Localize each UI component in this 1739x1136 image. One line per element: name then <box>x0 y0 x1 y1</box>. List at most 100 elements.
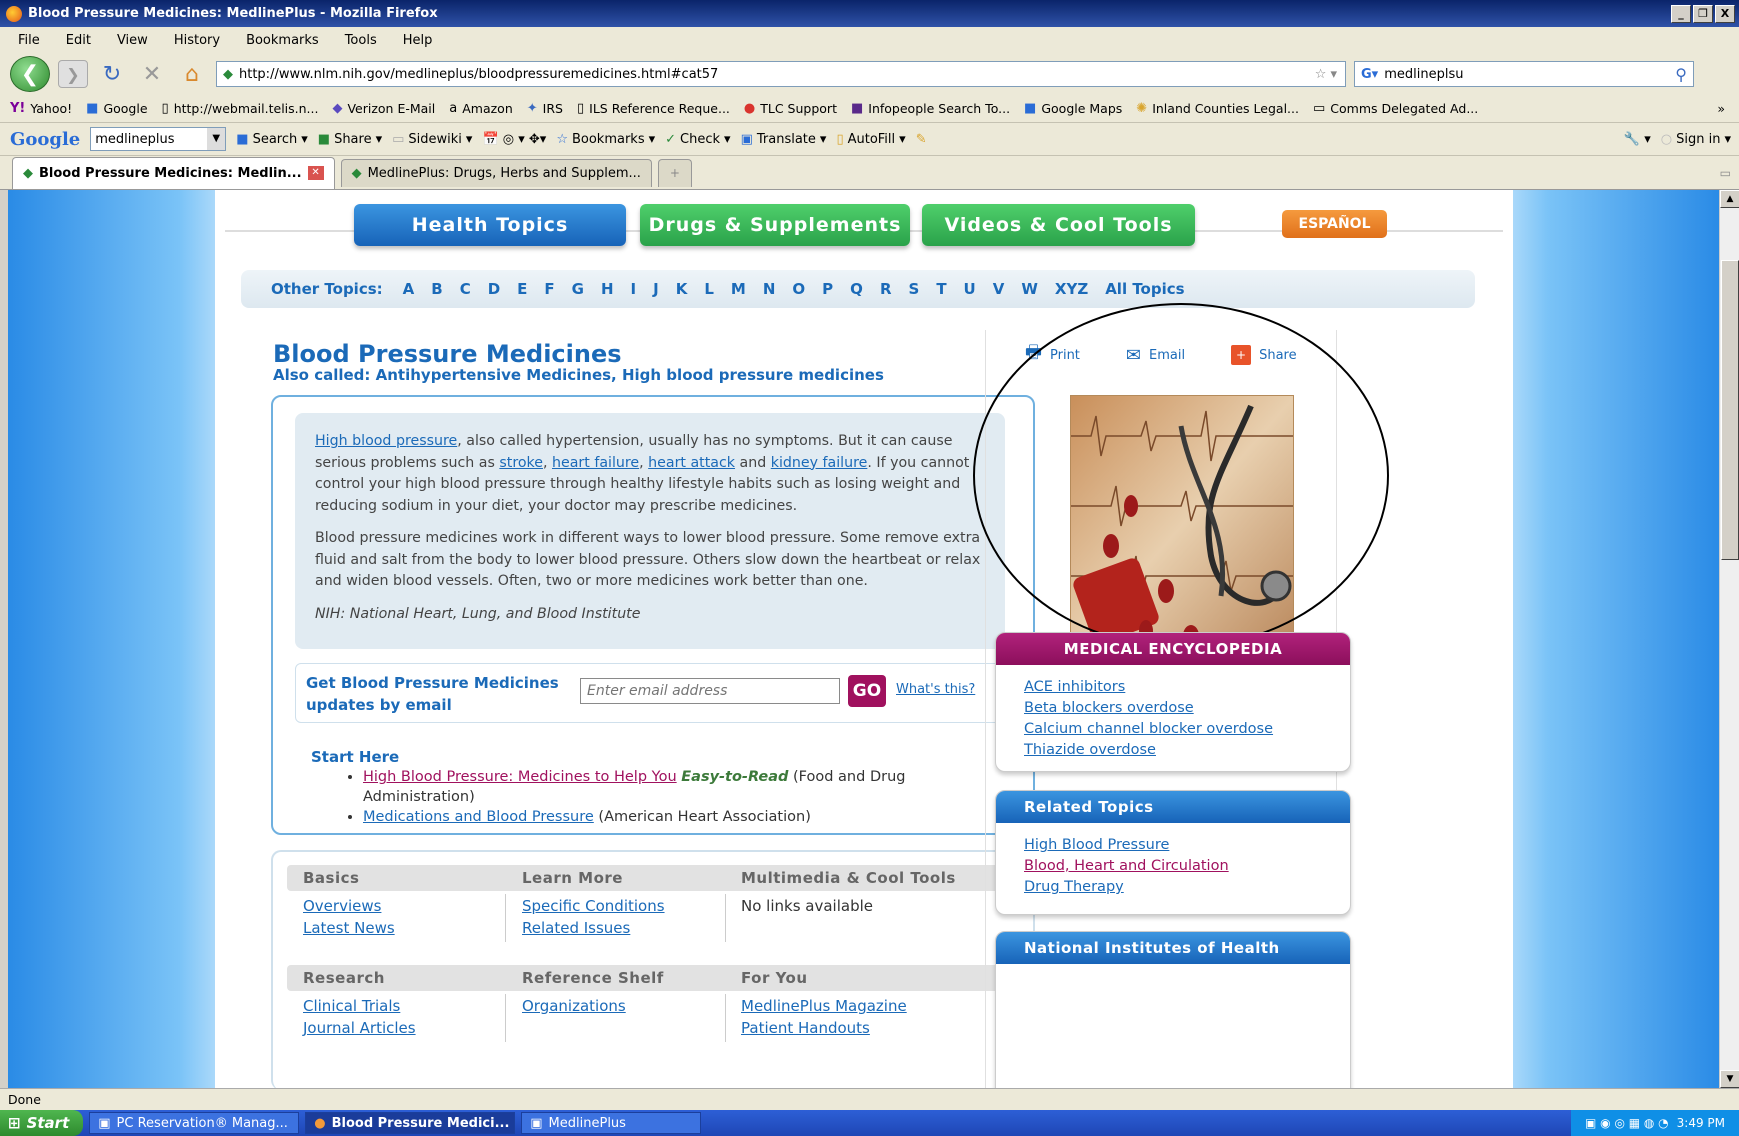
bookmark-tlc[interactable]: ● TLC Support <box>744 101 837 116</box>
google-translate-button[interactable]: ▣ Translate ▾ <box>741 132 827 147</box>
bookmark-google[interactable]: ■ Google <box>86 101 147 116</box>
bookmark-verizon[interactable]: ◆ Verizon E-Mail <box>332 101 435 116</box>
link-journal-articles[interactable]: Journal Articles <box>303 1017 416 1039</box>
address-bar[interactable]: ◆ http://www.nlm.nih.gov/medlineplus/blo… <box>216 61 1346 87</box>
link-clinical-trials[interactable]: Clinical Trials <box>303 995 416 1017</box>
letter-q[interactable]: Q <box>850 280 863 298</box>
letter-m[interactable]: M <box>731 280 746 298</box>
google-settings-icon[interactable]: ✎ <box>916 132 927 147</box>
tab-list-button[interactable]: ▭ <box>1720 166 1731 180</box>
bookmark-comms[interactable]: ▭ Comms Delegated Ad... <box>1313 101 1478 116</box>
all-topics-link[interactable]: All Topics <box>1105 280 1184 298</box>
go-button[interactable]: GO <box>848 675 886 707</box>
link-high-blood-pressure-topic[interactable]: High Blood Pressure <box>1024 835 1350 856</box>
bookmarks-overflow-button[interactable]: » <box>1717 101 1725 116</box>
reload-icon[interactable]: ↻ <box>96 62 128 87</box>
nav-videos-tools[interactable]: Videos & Cool Tools <box>922 204 1195 246</box>
home-icon[interactable]: ⌂ <box>176 62 208 87</box>
taskbar-item-medlineplus[interactable]: ▣ MedlinePlus <box>521 1112 702 1134</box>
letter-v[interactable]: V <box>993 280 1005 298</box>
tab-blood-pressure[interactable]: ◆ Blood Pressure Medicines: Medlin... ✕ <box>12 156 335 189</box>
menu-view[interactable]: View <box>105 33 160 48</box>
google-signin-button[interactable]: ○ Sign in ▾ <box>1661 132 1731 147</box>
letter-w[interactable]: W <box>1021 280 1038 298</box>
stop-icon[interactable]: ✕ <box>136 62 168 87</box>
letter-p[interactable]: P <box>822 280 833 298</box>
new-tab-button[interactable]: + <box>657 158 692 187</box>
close-tab-icon[interactable]: ✕ <box>307 166 324 180</box>
link-kidney-failure[interactable]: kidney failure <box>771 455 868 471</box>
link-drug-therapy[interactable]: Drug Therapy <box>1024 877 1350 898</box>
google-extra-icons[interactable]: 📅 ◎ ▾ ✥▾ <box>482 132 546 147</box>
letter-t[interactable]: T <box>936 280 946 298</box>
letter-g[interactable]: G <box>572 280 584 298</box>
link-calcium-channel-overdose[interactable]: Calcium channel blocker overdose <box>1024 719 1350 740</box>
scroll-down-arrow-icon[interactable]: ▼ <box>1720 1070 1739 1088</box>
nav-drugs-supplements[interactable]: Drugs & Supplements <box>640 204 910 246</box>
bookmark-yahoo[interactable]: Y! Yahoo! <box>10 101 72 116</box>
menu-edit[interactable]: Edit <box>54 33 103 48</box>
taskbar-item-pc-reservation[interactable]: ▣ PC Reservation® Manag... <box>89 1112 300 1134</box>
google-autofill-button[interactable]: ▯ AutoFill ▾ <box>836 132 905 147</box>
scroll-thumb[interactable] <box>1721 260 1739 560</box>
print-button[interactable]: 🖶 Print <box>1025 340 1080 370</box>
link-latest-news[interactable]: Latest News <box>303 917 395 939</box>
bookmark-ils[interactable]: ▯ ILS Reference Reque... <box>577 101 730 116</box>
link-ace-inhibitors[interactable]: ACE inhibitors <box>1024 677 1350 698</box>
letter-e[interactable]: E <box>517 280 527 298</box>
letter-n[interactable]: N <box>763 280 776 298</box>
tab-drugs-herbs[interactable]: ◆ MedlinePlus: Drugs, Herbs and Supplem.… <box>340 158 652 187</box>
maximize-button[interactable]: ❐ <box>1693 4 1713 23</box>
espanol-button[interactable]: ESPAÑOL <box>1282 210 1387 238</box>
bookmark-irs[interactable]: ✦ IRS <box>527 101 563 116</box>
close-window-button[interactable]: X <box>1715 4 1735 23</box>
link-thiazide-overdose[interactable]: Thiazide overdose <box>1024 740 1350 761</box>
email-field[interactable] <box>580 678 840 704</box>
email-button[interactable]: ✉ Email <box>1126 340 1185 370</box>
tray-icons[interactable]: ▣ ◉ ◎ ▦ ◍ ◔ <box>1585 1116 1669 1130</box>
link-overviews[interactable]: Overviews <box>303 895 395 917</box>
link-heart-attack[interactable]: heart attack <box>648 455 735 471</box>
letter-s[interactable]: S <box>909 280 920 298</box>
letter-b[interactable]: B <box>431 280 442 298</box>
window-titlebar[interactable]: Blood Pressure Medicines: MedlinePlus - … <box>0 0 1739 27</box>
taskbar-item-firefox[interactable]: ● Blood Pressure Medici... <box>305 1112 516 1134</box>
letter-o[interactable]: O <box>792 280 805 298</box>
bookmark-google-maps[interactable]: ■ Google Maps <box>1024 101 1122 116</box>
search-engine-icon[interactable]: G▾ <box>1361 67 1378 82</box>
letter-k[interactable]: K <box>676 280 688 298</box>
google-share-button[interactable]: ■ Share ▾ <box>318 132 382 147</box>
letter-h[interactable]: H <box>601 280 614 298</box>
menu-file[interactable]: File <box>6 33 52 48</box>
bookmark-infopeople[interactable]: ■ Infopeople Search To... <box>851 101 1010 116</box>
bookmark-amazon[interactable]: a Amazon <box>449 101 513 116</box>
menu-history[interactable]: History <box>162 33 232 48</box>
letter-i[interactable]: I <box>631 280 637 298</box>
search-box[interactable]: G▾ medlineplsu ⚲ <box>1354 61 1694 87</box>
letter-u[interactable]: U <box>964 280 976 298</box>
scroll-up-arrow-icon[interactable]: ▲ <box>1720 190 1739 208</box>
menu-tools[interactable]: Tools <box>333 33 389 48</box>
google-search-button[interactable]: ■ Search ▾ <box>236 132 308 147</box>
google-search-input[interactable]: medlineplus ▼ <box>90 127 227 151</box>
link-medlineplus-magazine[interactable]: MedlinePlus Magazine <box>741 995 907 1017</box>
google-wrench-icon[interactable]: 🔧 ▾ <box>1624 132 1651 147</box>
letter-a[interactable]: A <box>403 280 415 298</box>
letter-r[interactable]: R <box>880 280 892 298</box>
minimize-button[interactable]: _ <box>1671 4 1691 23</box>
google-sidewiki-button[interactable]: ▭ Sidewiki ▾ <box>392 132 472 147</box>
link-beta-blockers-overdose[interactable]: Beta blockers overdose <box>1024 698 1350 719</box>
link-blood-heart-circulation[interactable]: Blood, Heart and Circulation <box>1024 856 1350 877</box>
menu-help[interactable]: Help <box>391 33 445 48</box>
google-bookmarks-button[interactable]: ☆ Bookmarks ▾ <box>556 132 655 147</box>
nav-health-topics[interactable]: Health Topics <box>354 204 626 246</box>
forward-button[interactable]: ❯ <box>58 60 88 88</box>
letter-c[interactable]: C <box>460 280 471 298</box>
share-button[interactable]: + Share <box>1231 340 1297 370</box>
link-heart-failure[interactable]: heart failure <box>552 455 639 471</box>
bookmark-star-icon[interactable]: ☆ ▾ <box>1315 67 1337 82</box>
link-related-issues[interactable]: Related Issues <box>522 917 665 939</box>
google-check-button[interactable]: ✓ Check ▾ <box>665 132 730 147</box>
search-icon[interactable]: ⚲ <box>1675 65 1687 84</box>
dropdown-arrow-icon[interactable]: ▼ <box>207 128 226 150</box>
